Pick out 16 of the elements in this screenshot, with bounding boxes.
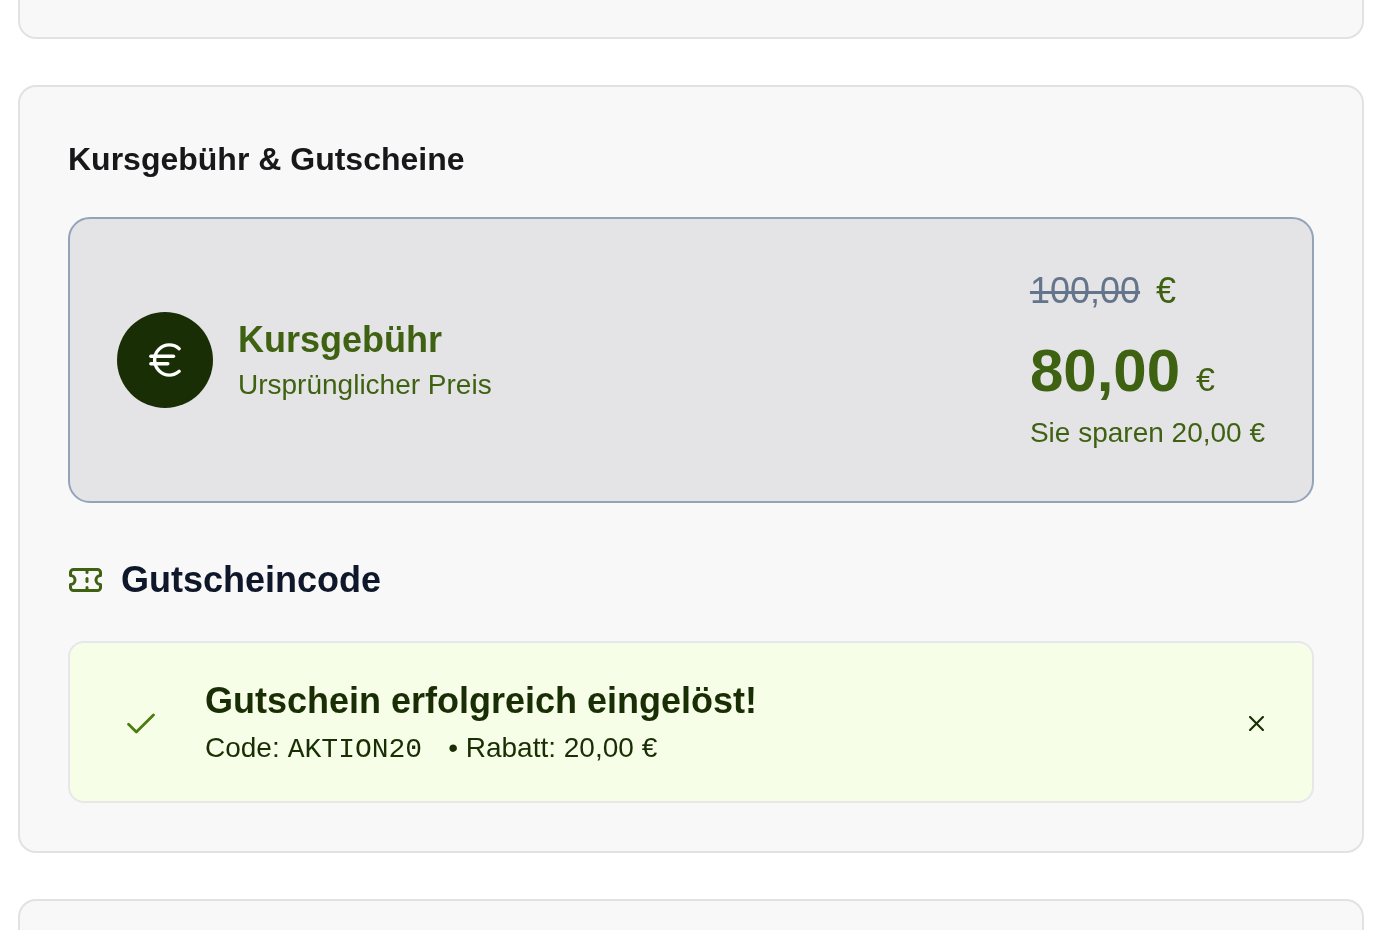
currency-symbol: € [1156, 271, 1177, 311]
original-price: 100,00 [1029, 271, 1141, 311]
section-title: Kursgebühr & Gutscheine [68, 141, 465, 177]
voucher-code: AKTION20 [287, 733, 423, 767]
fee-title: Kursgebühr [238, 319, 442, 361]
fee-subtitle: Ursprünglicher Preis [238, 369, 492, 401]
currency-symbol: € [1196, 359, 1215, 399]
discount-text: • Rabatt: 20,00 € [448, 731, 658, 765]
savings-text: Sie sparen 20,00 € [1029, 417, 1265, 449]
ticket-icon [68, 568, 103, 592]
check-icon [127, 713, 155, 734]
voucher-heading: Gutscheincode [121, 560, 382, 600]
code-label: Code: [205, 731, 280, 765]
final-price: 80,00 [1029, 339, 1181, 403]
close-button[interactable] [1249, 716, 1264, 731]
alert-title: Gutschein erfolgreich eingelöst! [205, 679, 758, 723]
